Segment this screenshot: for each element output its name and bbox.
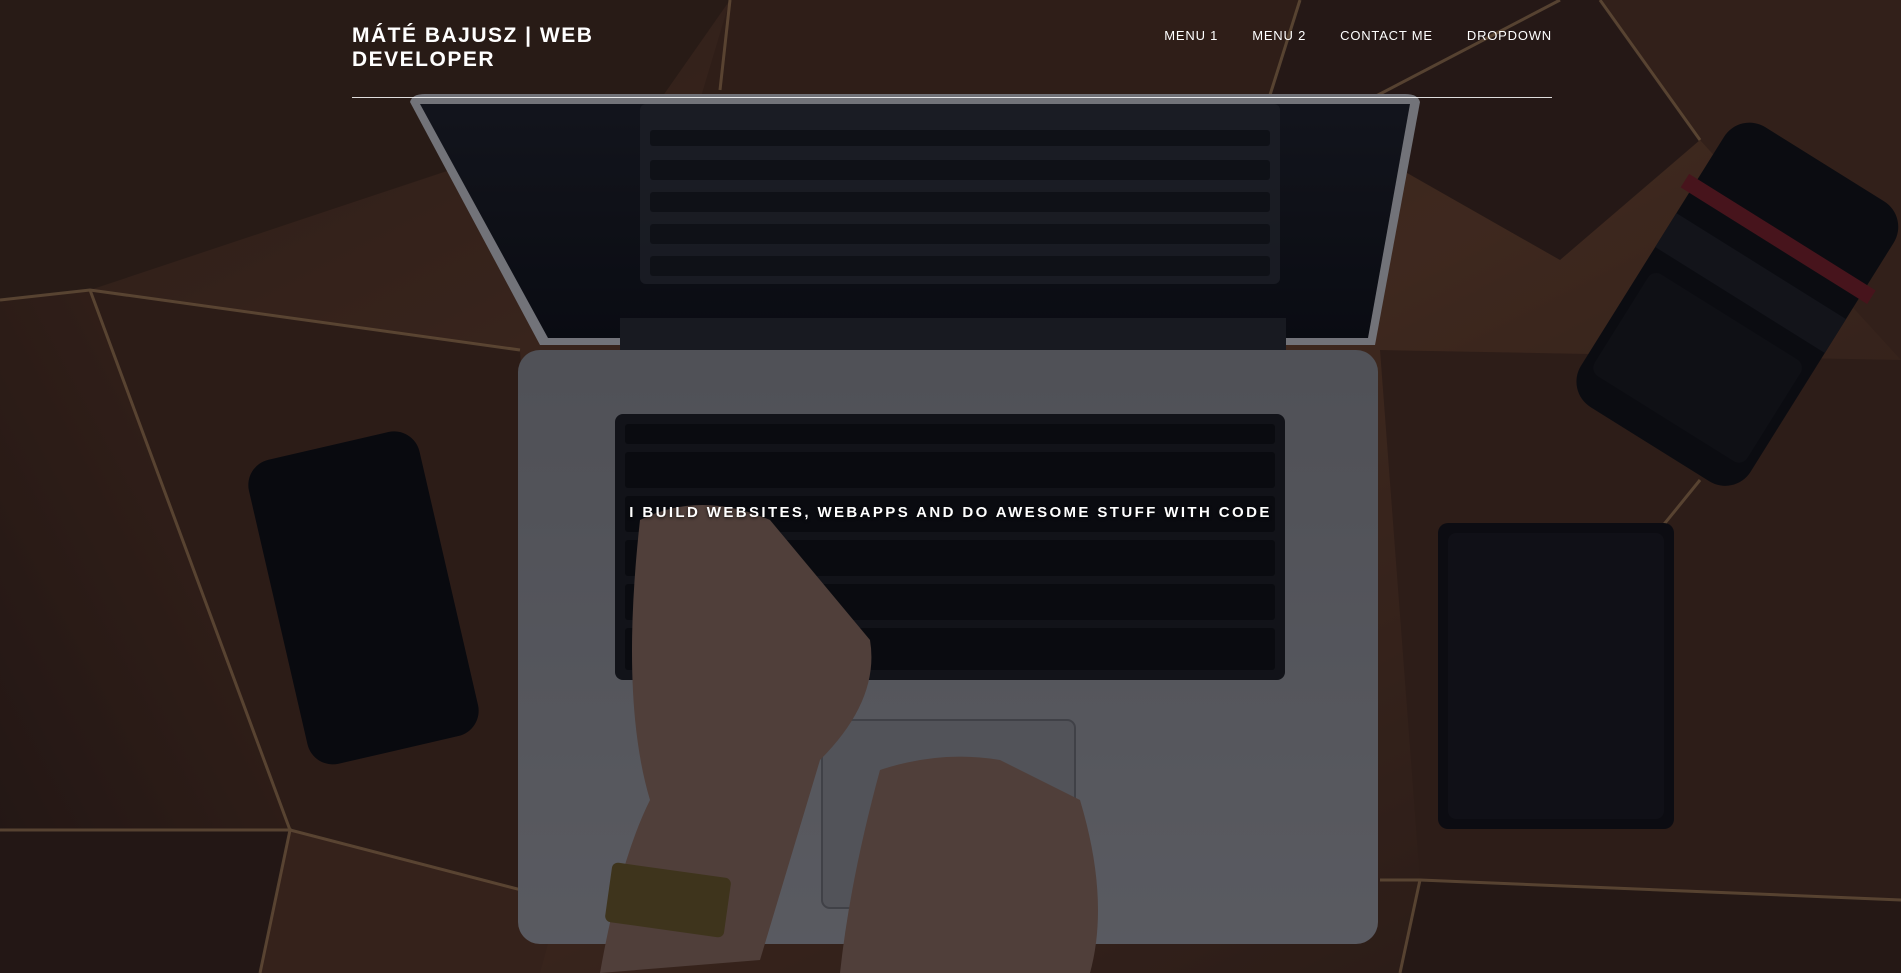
site-header: MÁTÉ BAJUSZ | WEB DEVELOPER MENU 1 MENU … xyxy=(352,0,1552,98)
nav-menu-2[interactable]: MENU 2 xyxy=(1252,28,1306,44)
hero-section: MÁTÉ BAJUSZ | WEB DEVELOPER MENU 1 MENU … xyxy=(0,0,1901,973)
main-nav: MENU 1 MENU 2 CONTACT ME DROPDOWN xyxy=(1130,28,1552,44)
hero-tagline: I BUILD WEBSITES, WEBAPPS AND DO AWESOME… xyxy=(629,504,1272,521)
nav-dropdown[interactable]: DROPDOWN xyxy=(1467,28,1552,44)
site-brand[interactable]: MÁTÉ BAJUSZ | WEB DEVELOPER xyxy=(352,24,652,72)
dark-overlay xyxy=(0,0,1901,973)
nav-menu-1[interactable]: MENU 1 xyxy=(1164,28,1218,44)
nav-contact-me[interactable]: CONTACT ME xyxy=(1340,28,1433,44)
